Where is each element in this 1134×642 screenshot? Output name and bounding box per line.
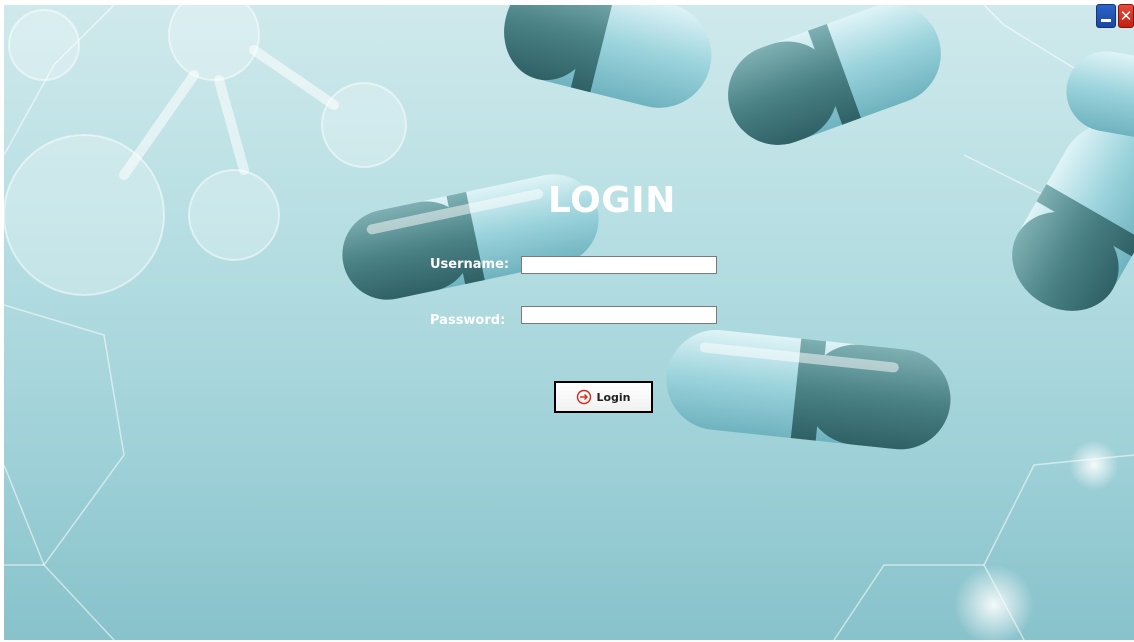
minimize-icon	[1101, 18, 1111, 22]
close-icon: ✕	[1119, 7, 1133, 25]
login-button-label: Login	[596, 390, 631, 404]
login-arrow-icon	[576, 389, 592, 405]
login-window: LOGIN Username: Password: Login ✕	[0, 0, 1134, 642]
login-button[interactable]: Login	[554, 381, 653, 413]
password-label: Password:	[430, 313, 506, 328]
login-title: LOGIN	[548, 180, 676, 221]
username-input[interactable]	[521, 256, 717, 274]
username-label: Username:	[430, 257, 510, 272]
window-controls: ✕	[1096, 4, 1134, 28]
minimize-button[interactable]	[1096, 4, 1116, 28]
close-button[interactable]: ✕	[1118, 4, 1134, 28]
password-input[interactable]	[521, 306, 717, 324]
